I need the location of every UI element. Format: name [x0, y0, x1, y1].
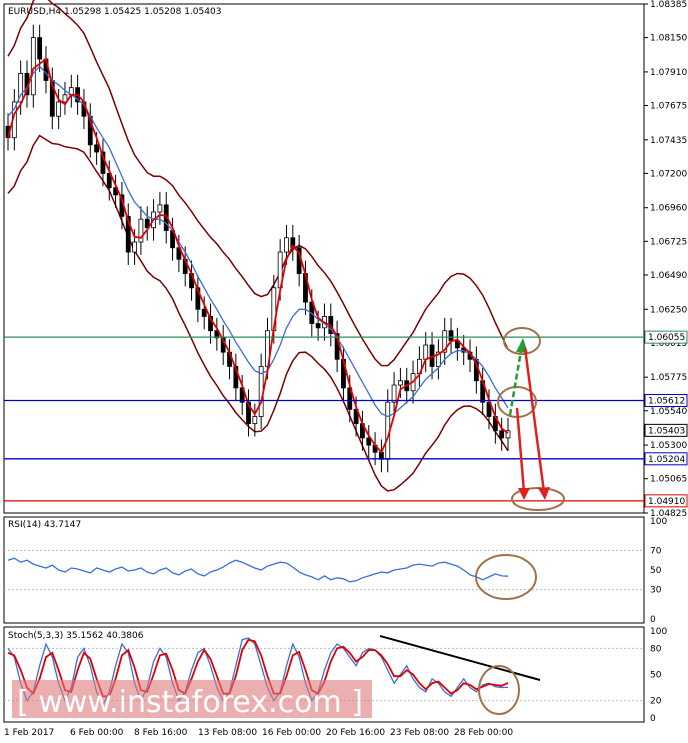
price-tick-label: 1.06725 — [650, 237, 687, 247]
rsi-pane — [3, 516, 645, 624]
rsi-tick-label: 30 — [650, 586, 662, 596]
price-pane — [3, 3, 645, 514]
price-tick-label: 1.05300 — [650, 441, 687, 451]
rsi-tick-label: 50 — [650, 566, 662, 576]
stoch-tick-label: 0 — [650, 714, 656, 724]
price-tick-label: 1.05540 — [650, 407, 687, 417]
rsi-label: RSI(14) 43.7147 — [8, 520, 81, 530]
stoch-label: Stoch(5,3,3) 35.1562 40.3806 — [8, 631, 144, 641]
level-label: 1.05204 — [648, 455, 685, 465]
stoch-tick-label: 80 — [650, 644, 662, 654]
candle-body — [284, 237, 289, 253]
time-axis-label: 8 Feb 16:00 — [134, 728, 188, 738]
level-label: 1.06055 — [648, 333, 685, 343]
candle-body — [448, 330, 454, 342]
eurusd-h4-chart: 1.08385 1.08150 1.07910 1.07675 1.07435 1.072… — [3, 0, 688, 738]
stoch-tick-label: 50 — [650, 671, 662, 681]
time-axis-label: 16 Feb 00:00 — [262, 728, 321, 738]
chart-header: EURUSD,H4 1.05298 1.05425 1.05208 1.0540… — [8, 7, 221, 17]
candle-body — [94, 144, 100, 153]
candle-body — [315, 323, 321, 329]
candle-body — [398, 380, 403, 386]
watermark-text: [ www.instaforex.com ] — [17, 685, 363, 720]
time-axis-label: 20 Feb 16:00 — [326, 728, 385, 738]
price-tick-label: 1.08385 — [650, 0, 687, 10]
candle-body — [252, 416, 258, 425]
level-label: 1.05612 — [648, 396, 685, 406]
price-tick-label: 1.07200 — [650, 169, 687, 179]
stoch-tick-label: 100 — [650, 627, 667, 637]
level-label: 1.05403 — [648, 426, 685, 436]
candle-body — [37, 37, 43, 60]
rsi-tick-label: 100 — [650, 517, 667, 527]
time-axis-label: 1 Feb 2017 — [4, 728, 54, 738]
time-axis-label: 13 Feb 08:00 — [198, 728, 257, 738]
price-tick-label: 1.06490 — [650, 271, 687, 281]
stoch-tick-label: 20 — [650, 697, 662, 707]
candle-body — [30, 37, 36, 96]
price-tick-label: 1.05065 — [650, 475, 687, 485]
candle-body — [132, 241, 137, 253]
price-tick-label: 1.07910 — [650, 68, 687, 78]
price-tick-label: 1.06250 — [650, 305, 687, 315]
price-tick-label: 1.06960 — [650, 204, 687, 214]
price-tick-label: 1.07435 — [650, 136, 687, 146]
candle-body — [56, 101, 62, 117]
candle-body — [201, 308, 207, 317]
time-axis-label: 28 Feb 00:00 — [454, 728, 513, 738]
rsi-tick-label: 0 — [650, 615, 656, 625]
rsi-tick-label: 70 — [650, 546, 662, 556]
candle-body — [391, 384, 397, 403]
price-tick-label: 1.05775 — [650, 373, 687, 383]
time-axis-label: 23 Feb 08:00 — [390, 728, 449, 738]
candle-body — [499, 430, 505, 439]
level-label: 1.04910 — [648, 497, 685, 507]
candle-body — [157, 204, 163, 213]
candle-body — [423, 344, 429, 360]
time-axis-label: 6 Feb 00:00 — [70, 728, 124, 738]
price-tick-label: 1.08150 — [650, 34, 687, 44]
price-tick-label: 1.07675 — [650, 102, 687, 112]
